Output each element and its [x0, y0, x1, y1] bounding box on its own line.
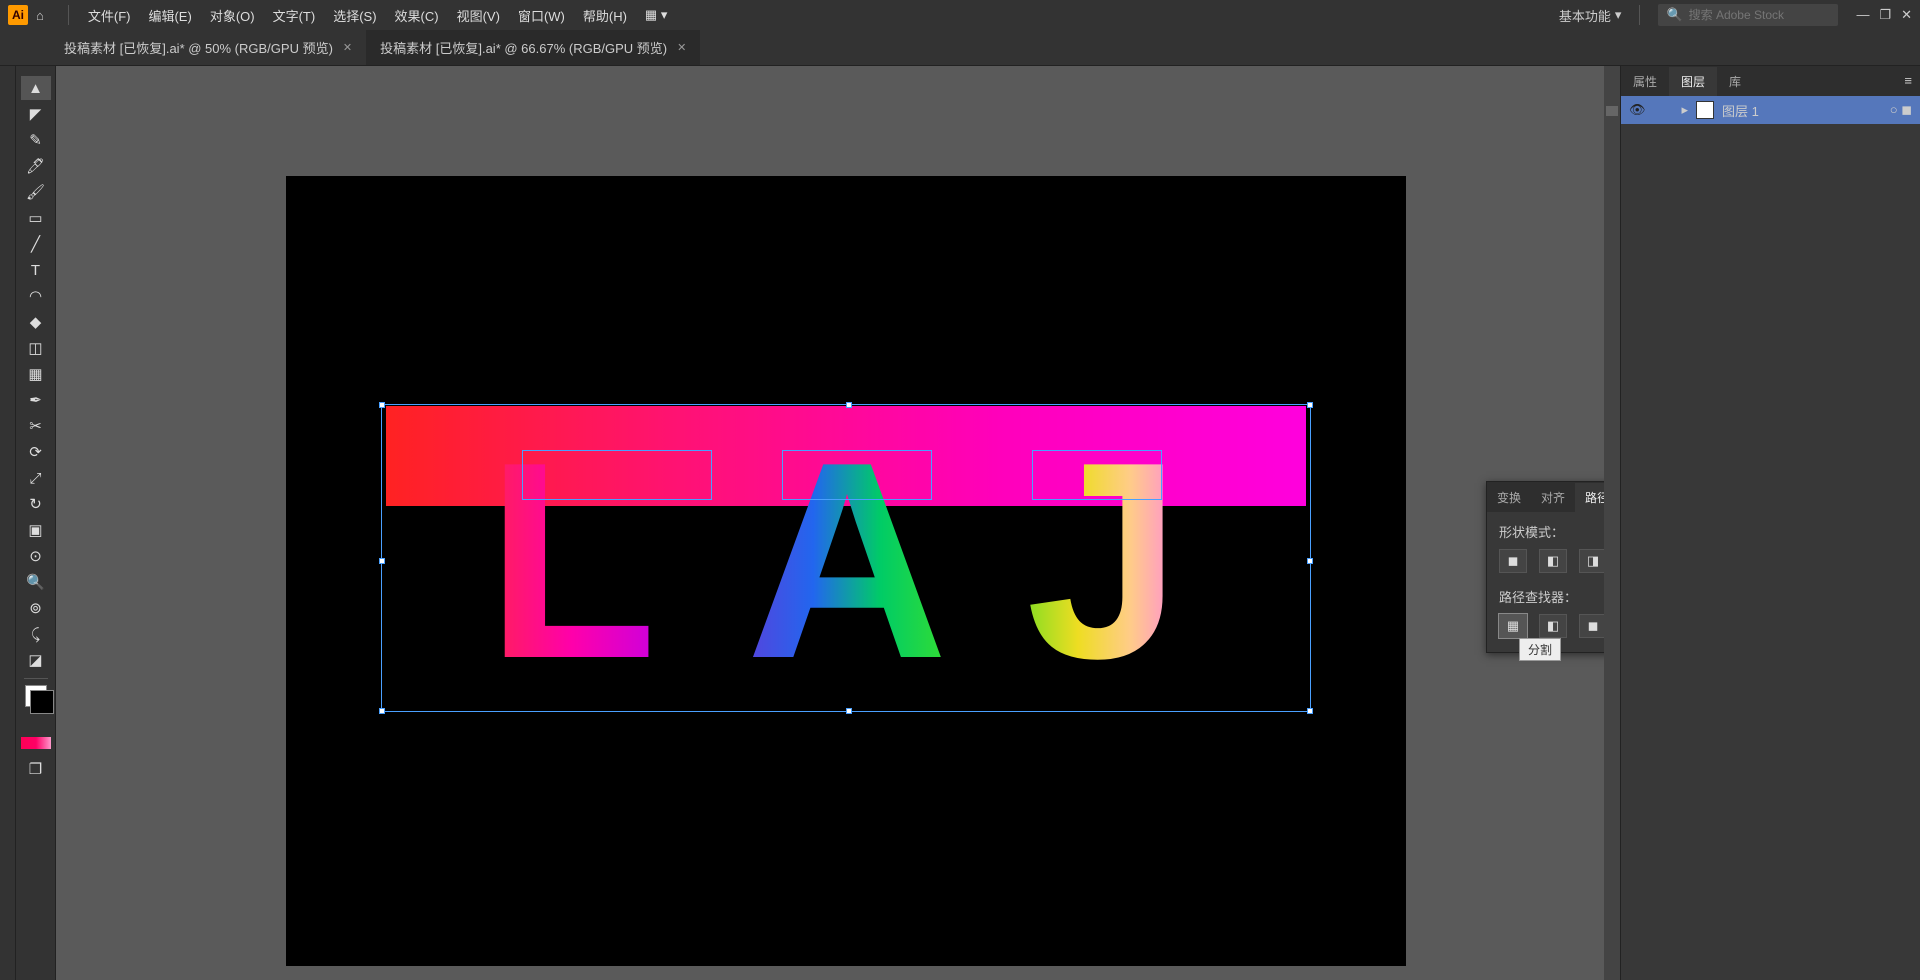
color-mode-swatch[interactable]: [25, 725, 47, 735]
screen-mode-icon[interactable]: ❐: [21, 757, 51, 781]
layer-name[interactable]: 图层 1: [1722, 101, 1759, 120]
artboard: L A J: [286, 176, 1406, 966]
shaper-tool[interactable]: ◆: [21, 310, 51, 334]
menu-select[interactable]: 选择(S): [333, 6, 376, 25]
unite-button[interactable]: ◼: [1499, 549, 1527, 573]
arc-tool[interactable]: ◠: [21, 284, 51, 308]
rotate-tool[interactable]: ⟳: [21, 440, 51, 464]
slice-tool[interactable]: ⤹: [21, 622, 51, 646]
document-tab-label: 投稿素材 [已恢复].ai* @ 50% (RGB/GPU 预览): [64, 38, 333, 57]
menu-object[interactable]: 对象(O): [210, 6, 255, 25]
panel-menu-icon[interactable]: ≡: [1904, 73, 1912, 88]
document-tab-0[interactable]: 投稿素材 [已恢复].ai* @ 50% (RGB/GPU 预览) ✕: [50, 30, 366, 65]
arrange-docs-icon[interactable]: ▦ ▾: [645, 7, 667, 23]
document-tab-label: 投稿素材 [已恢复].ai* @ 66.67% (RGB/GPU 预览): [380, 38, 667, 57]
vertical-scrollbar[interactable]: [1604, 66, 1620, 980]
pathfinders-label: 路径查找器：: [1499, 587, 1620, 606]
curvature-tool[interactable]: 🖊: [21, 154, 51, 178]
home-icon[interactable]: ⌂: [36, 8, 44, 23]
fill-stroke-swatch[interactable]: [25, 685, 47, 707]
shape-modes-label: 形状模式：: [1499, 522, 1620, 541]
gradient-tool[interactable]: ▦: [21, 362, 51, 386]
paintbrush-tool[interactable]: 🖌: [21, 180, 51, 204]
document-tabbar: 投稿素材 [已恢复].ai* @ 50% (RGB/GPU 预览) ✕ 投稿素材…: [0, 30, 1920, 66]
selection-handle[interactable]: [846, 402, 852, 408]
type-tool[interactable]: T: [21, 258, 51, 282]
canvas[interactable]: L A J 变换 对齐: [56, 66, 1620, 980]
panel-tab-libraries[interactable]: 库: [1717, 67, 1753, 96]
eraser-tool[interactable]: ◫: [21, 336, 51, 360]
selection-handle[interactable]: [1307, 402, 1313, 408]
selection-bounds: [381, 404, 1311, 712]
layer-row[interactable]: 👁 ▸ 图层 1 ○ ◼: [1621, 96, 1920, 124]
app-icon: Ai: [8, 5, 28, 25]
scrollbar-thumb[interactable]: [1606, 106, 1618, 116]
tab-close-icon[interactable]: ✕: [343, 41, 352, 54]
menu-type[interactable]: 文字(T): [273, 6, 316, 25]
line-tool[interactable]: ╱: [21, 232, 51, 256]
intersect-button[interactable]: ◨: [1579, 549, 1607, 573]
search-input[interactable]: [1689, 8, 1829, 22]
scissors-tool[interactable]: ✂: [21, 414, 51, 438]
minus-front-button[interactable]: ◧: [1539, 549, 1567, 573]
menu-window[interactable]: 窗口(W): [518, 6, 565, 25]
menu-effect[interactable]: 效果(C): [395, 6, 439, 25]
menu-view[interactable]: 视图(V): [457, 6, 500, 25]
menubar: Ai ⌂ 文件(F) 编辑(E) 对象(O) 文字(T) 选择(S) 效果(C)…: [0, 0, 1920, 30]
hand-tool[interactable]: ⊚: [21, 596, 51, 620]
menu-file[interactable]: 文件(F): [88, 6, 131, 25]
search-icon: 🔍: [1666, 7, 1682, 23]
sub-selection: [522, 450, 712, 500]
pen-tool[interactable]: ✎: [21, 128, 51, 152]
workspace-label: 基本功能: [1559, 6, 1611, 25]
selection-handle[interactable]: [379, 402, 385, 408]
selection-handle[interactable]: [379, 558, 385, 564]
sub-selection: [782, 450, 932, 500]
selection-handle[interactable]: [846, 708, 852, 714]
menu-edit[interactable]: 编辑(E): [148, 6, 191, 25]
eyedropper-tool[interactable]: ✒: [21, 388, 51, 412]
sub-selection: [1032, 450, 1162, 500]
selection-handle[interactable]: [1307, 558, 1313, 564]
zoom-tool[interactable]: 🔍: [21, 570, 51, 594]
divide-button[interactable]: ▦: [1499, 614, 1527, 638]
search-box[interactable]: 🔍: [1658, 4, 1838, 26]
close-icon[interactable]: ✕: [1901, 7, 1912, 23]
panel-tab-properties[interactable]: 属性: [1621, 67, 1669, 96]
tab-close-icon[interactable]: ✕: [677, 41, 686, 54]
symbol-tool[interactable]: ⊙: [21, 544, 51, 568]
selection-tool[interactable]: ▲: [21, 76, 51, 100]
perspective-tool[interactable]: ◪: [21, 648, 51, 672]
rectangle-tool[interactable]: ▭: [21, 206, 51, 230]
free-transform-tool[interactable]: ↻: [21, 492, 51, 516]
tooltip: 分割: [1519, 638, 1561, 661]
expand-arrow-icon[interactable]: ▸: [1682, 102, 1689, 118]
workspace-switcher[interactable]: 基本功能 ▾: [1559, 6, 1622, 25]
target-icon[interactable]: ○ ◼: [1890, 102, 1912, 118]
toolbox: ▲ ◤ ✎ 🖊 🖌 ▭ ╱ T ◠ ◆ ◫ ▦ ✒ ✂ ⟳ ⤢ ↻ ▣ ⊙ 🔍 …: [16, 66, 56, 980]
artboard-tool[interactable]: ▣: [21, 518, 51, 542]
panel-tab-align[interactable]: 对齐: [1531, 483, 1575, 512]
visibility-icon[interactable]: 👁: [1629, 102, 1646, 118]
maximize-icon[interactable]: ❐: [1879, 7, 1891, 23]
direct-selection-tool[interactable]: ◤: [21, 102, 51, 126]
panel-tab-layers[interactable]: 图层: [1669, 67, 1717, 96]
merge-button[interactable]: ◼: [1579, 614, 1607, 638]
document-tab-1[interactable]: 投稿素材 [已恢复].ai* @ 66.67% (RGB/GPU 预览) ✕: [366, 30, 700, 65]
menu-help[interactable]: 帮助(H): [583, 6, 627, 25]
selection-handle[interactable]: [1307, 708, 1313, 714]
right-dock: 属性 图层 库 ≡ 👁 ▸ 图层 1 ○ ◼: [1620, 66, 1920, 980]
tool-rail: [0, 66, 16, 980]
minimize-icon[interactable]: —: [1856, 7, 1869, 23]
trim-button[interactable]: ◧: [1539, 614, 1567, 638]
selection-handle[interactable]: [379, 708, 385, 714]
pathfinder-panel: 变换 对齐 路径查找器 «« ✕ ≡ 形状模式： ◼ ◧ ◨ ◩ 扩展 路径查找…: [1486, 481, 1620, 653]
layer-thumbnail: [1696, 101, 1714, 119]
panel-tab-transform[interactable]: 变换: [1487, 483, 1531, 512]
scale-tool[interactable]: ⤢: [21, 466, 51, 490]
gradient-swatch[interactable]: [21, 737, 51, 749]
